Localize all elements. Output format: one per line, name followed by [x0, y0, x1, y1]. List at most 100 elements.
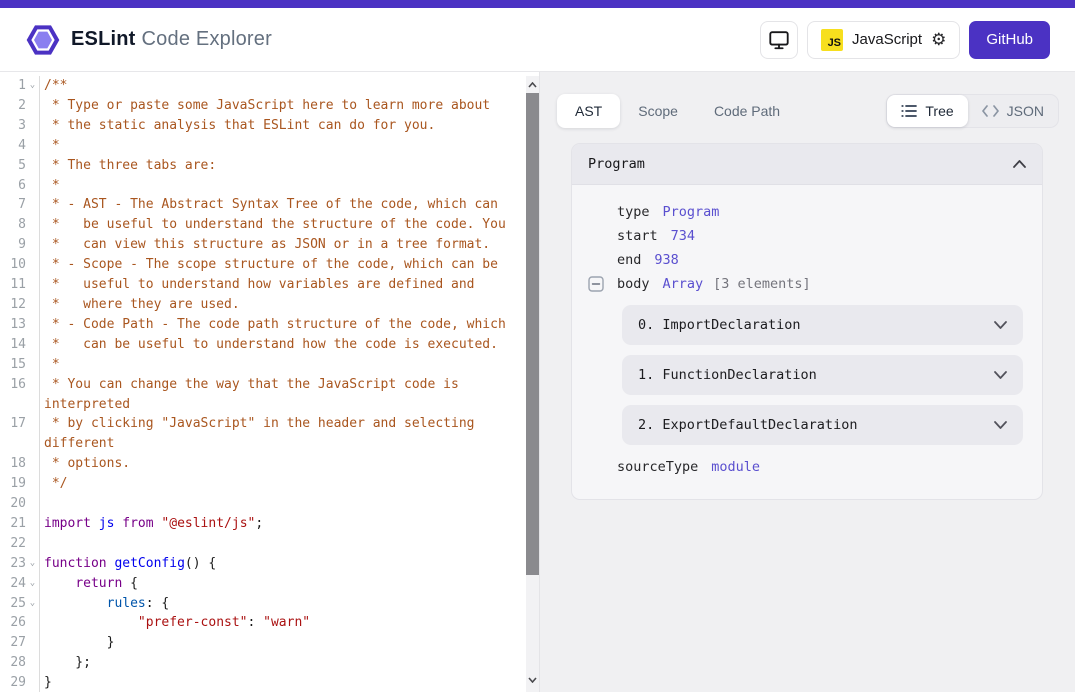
fold-chevron-icon[interactable]: ⌄	[26, 594, 39, 614]
code-text[interactable]: "prefer-const": "warn"	[39, 613, 539, 633]
main-content: 1⌄/**2 * Type or paste some JavaScript h…	[0, 72, 1075, 692]
code-line: 25⌄ rules: {	[0, 594, 539, 614]
fold-gutter	[26, 195, 39, 215]
ast-prop-value: module	[711, 459, 760, 475]
language-label: JavaScript	[852, 31, 922, 48]
editor-scrollbar[interactable]	[526, 76, 539, 692]
scroll-down-arrow-icon[interactable]	[526, 672, 539, 687]
ast-node-title: Program	[588, 156, 645, 172]
line-number: 19	[0, 474, 26, 494]
code-text[interactable]: * The three tabs are:	[39, 156, 539, 176]
code-text[interactable]: * useful to understand how variables are…	[39, 275, 539, 295]
code-text[interactable]: * by clicking "JavaScript" in the header…	[39, 414, 539, 434]
code-line: 1⌄/**	[0, 76, 539, 96]
minus-square-icon[interactable]	[588, 276, 604, 292]
brand-subtitle: Code Explorer	[142, 28, 272, 50]
scroll-up-arrow-icon[interactable]	[526, 77, 539, 92]
ast-child-node[interactable]: 0. ImportDeclaration	[622, 305, 1023, 345]
tab-code-path[interactable]: Code Path	[696, 94, 798, 128]
code-text[interactable]: * - Scope - The scope structure of the c…	[39, 255, 539, 275]
line-number: 7	[0, 195, 26, 215]
code-text[interactable]	[39, 494, 539, 514]
ast-child-label: 1. FunctionDeclaration	[638, 367, 817, 383]
header-actions: JS JavaScript ⚙ GitHub	[760, 21, 1050, 59]
code-line: 3 * the static analysis that ESLint can …	[0, 116, 539, 136]
code-text[interactable]: interpreted	[39, 395, 539, 415]
monitor-icon	[768, 29, 790, 51]
fold-gutter	[26, 156, 39, 176]
line-number: 28	[0, 653, 26, 673]
ast-child-node[interactable]: 2. ExportDefaultDeclaration	[622, 405, 1023, 445]
code-editor[interactable]: 1⌄/**2 * Type or paste some JavaScript h…	[0, 72, 540, 692]
code-text[interactable]: /**	[39, 76, 539, 96]
code-line: 29}	[0, 673, 539, 692]
code-line: 18 * options.	[0, 454, 539, 474]
code-text[interactable]: *	[39, 176, 539, 196]
code-line: 17 * by clicking "JavaScript" in the hea…	[0, 414, 539, 434]
line-number: 16	[0, 375, 26, 395]
fold-chevron-icon[interactable]: ⌄	[26, 574, 39, 594]
ast-prop-key: body	[617, 276, 650, 292]
tab-scope[interactable]: Scope	[620, 94, 696, 128]
github-button[interactable]: GitHub	[969, 21, 1050, 59]
analysis-panel: AST Scope Code Path Tree JSON	[540, 72, 1075, 692]
code-line: 21import js from "@eslint/js";	[0, 514, 539, 534]
code-text[interactable]: *	[39, 355, 539, 375]
code-text[interactable]: * Type or paste some JavaScript here to …	[39, 96, 539, 116]
theme-toggle-button[interactable]	[760, 21, 798, 59]
view-toggle-tree[interactable]: Tree	[887, 95, 967, 127]
brand-name: ESLint	[71, 28, 136, 50]
code-text[interactable]: *	[39, 136, 539, 156]
code-line: 19 */	[0, 474, 539, 494]
app-header: ESLint Code Explorer JS JavaScript ⚙ GitH…	[0, 8, 1075, 72]
line-number: 8	[0, 215, 26, 235]
code-text[interactable]: * can view this structure as JSON or in …	[39, 235, 539, 255]
code-text[interactable]: }	[39, 633, 539, 653]
code-text[interactable]: }	[39, 673, 539, 692]
line-number: 2	[0, 96, 26, 116]
line-number: 17	[0, 414, 26, 434]
scrollbar-thumb[interactable]	[526, 93, 539, 575]
code-text[interactable]: * the static analysis that ESLint can do…	[39, 116, 539, 136]
ast-prop-key: start	[617, 228, 658, 244]
code-text[interactable]: * be useful to understand the structure …	[39, 215, 539, 235]
line-number	[0, 395, 26, 415]
ast-node-header[interactable]: Program	[572, 144, 1042, 185]
line-number	[0, 434, 26, 454]
code-text[interactable]: rules: {	[39, 594, 539, 614]
ast-child-node[interactable]: 1. FunctionDeclaration	[622, 355, 1023, 395]
fold-chevron-icon[interactable]: ⌄	[26, 76, 39, 96]
code-text[interactable]: */	[39, 474, 539, 494]
code-text[interactable]: * - AST - The Abstract Syntax Tree of th…	[39, 195, 539, 215]
fold-gutter	[26, 395, 39, 415]
chevron-down-icon	[994, 371, 1007, 379]
fold-gutter	[26, 355, 39, 375]
view-toggle-json[interactable]: JSON	[968, 95, 1058, 127]
code-line: 26 "prefer-const": "warn"	[0, 613, 539, 633]
code-text[interactable]: different	[39, 434, 539, 454]
code-text[interactable]: return {	[39, 574, 539, 594]
fold-gutter	[26, 295, 39, 315]
ast-child-label: 2. ExportDefaultDeclaration	[638, 417, 857, 433]
language-selector-button[interactable]: JS JavaScript ⚙	[807, 21, 960, 59]
code-text[interactable]: * options.	[39, 454, 539, 474]
fold-gutter	[26, 96, 39, 116]
fold-gutter	[26, 414, 39, 434]
code-line: 28 };	[0, 653, 539, 673]
code-text[interactable]: import js from "@eslint/js";	[39, 514, 539, 534]
fold-gutter	[26, 176, 39, 196]
code-text[interactable]	[39, 534, 539, 554]
fold-gutter	[26, 474, 39, 494]
code-text[interactable]: * can be useful to understand how the co…	[39, 335, 539, 355]
code-text[interactable]: * where they are used.	[39, 295, 539, 315]
code-text[interactable]: function getConfig() {	[39, 554, 539, 574]
code-text[interactable]: * - Code Path - The code path structure …	[39, 315, 539, 335]
fold-gutter	[26, 434, 39, 454]
fold-chevron-icon[interactable]: ⌄	[26, 554, 39, 574]
code-text[interactable]: * You can change the way that the JavaSc…	[39, 375, 539, 395]
tab-ast[interactable]: AST	[557, 94, 620, 128]
code-line: 23⌄function getConfig() {	[0, 554, 539, 574]
code-text[interactable]: };	[39, 653, 539, 673]
chevron-down-icon	[994, 421, 1007, 429]
line-number: 23	[0, 554, 26, 574]
